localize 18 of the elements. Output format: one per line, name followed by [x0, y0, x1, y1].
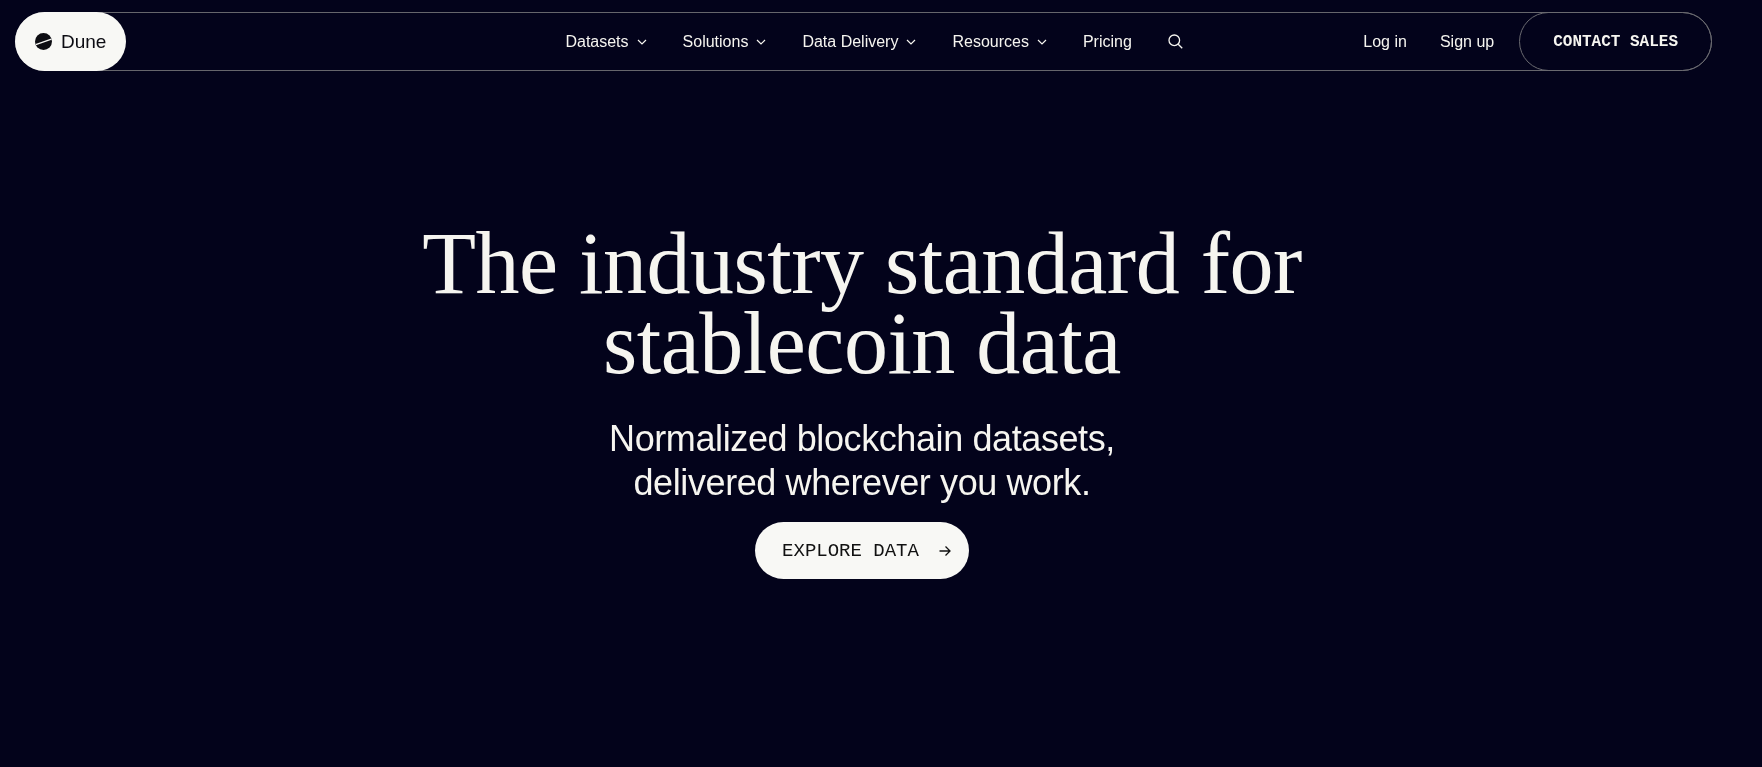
arrow-right-icon — [938, 544, 951, 557]
nav-link[interactable]: Resources — [952, 32, 1047, 51]
chevron-down-icon — [636, 38, 647, 45]
nav-link[interactable]: Data Delivery — [802, 32, 917, 51]
chevron-down-icon — [756, 38, 767, 45]
logo-link[interactable]: Dune — [15, 12, 127, 71]
chevron-down-icon — [906, 38, 917, 45]
nav-link[interactable]: Datasets — [565, 32, 647, 51]
nav-link[interactable]: Log in — [1363, 32, 1407, 51]
explore-data-button[interactable]: EXPLORE DATA — [755, 522, 969, 579]
hero-heading: The industry standard for stablecoin data — [422, 224, 1302, 384]
nav-link[interactable]: Pricing — [1082, 32, 1132, 51]
chevron-down-icon — [1036, 38, 1047, 45]
search-icon[interactable] — [1167, 34, 1183, 49]
slashed-circle-icon — [35, 33, 52, 50]
nav-link[interactable]: Sign up — [1439, 32, 1495, 51]
nav-link[interactable]: Solutions — [682, 32, 767, 51]
hero-subtitle: Normalized blockchain datasets, delivered wherever you work. — [609, 417, 1115, 505]
